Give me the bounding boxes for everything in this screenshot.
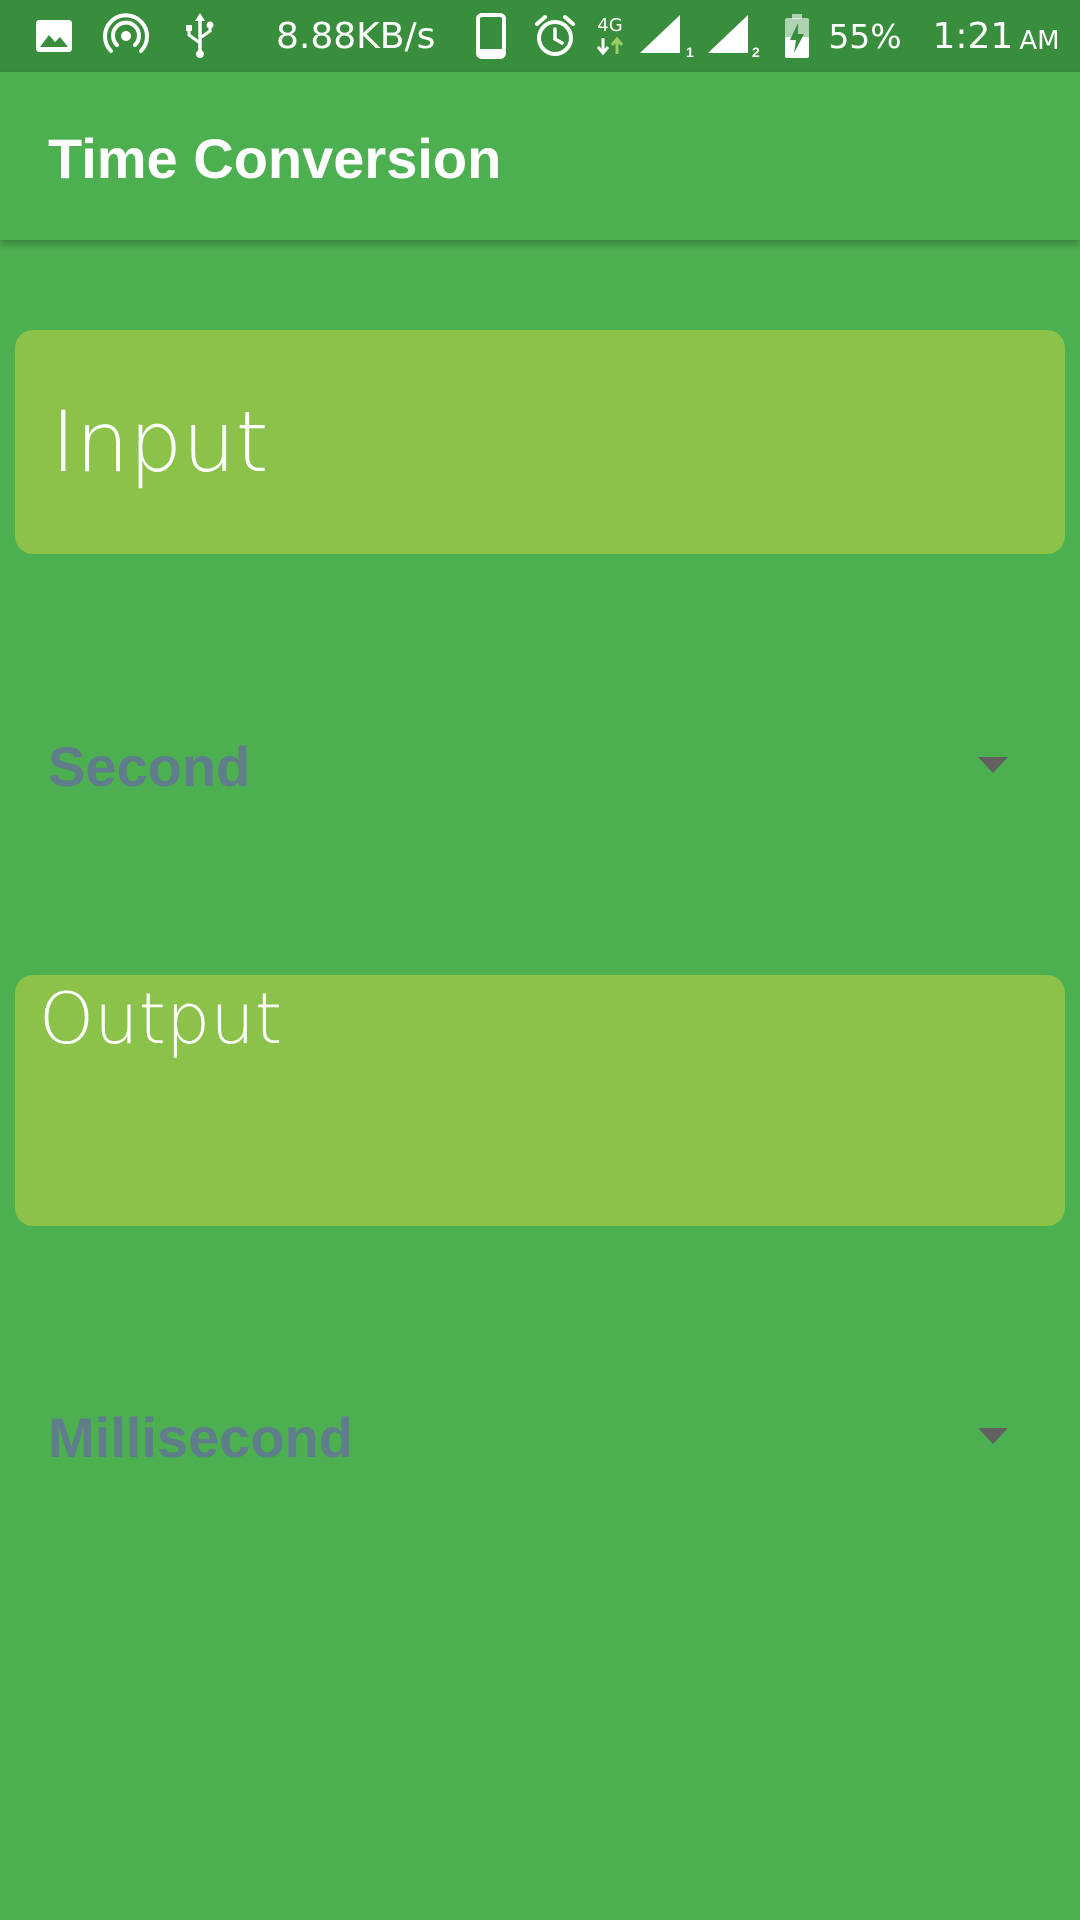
output-field-container [15,975,1065,1226]
network-4g-icon: 4G [592,0,628,72]
dropdown-arrow-icon [978,1428,1008,1444]
output-field[interactable] [15,975,1065,1226]
clock: 1:21 AM [922,0,1070,72]
sim2-label: 2 [752,44,760,59]
from-unit-dropdown[interactable]: Second [48,717,1032,817]
image-icon [34,0,74,72]
usb-icon [180,0,220,72]
input-field[interactable] [15,330,1065,554]
input-field-container [15,330,1065,554]
from-unit-selected: Second [48,735,251,798]
app-title: Time Conversion [48,127,502,190]
clock-time: 1:21 [932,15,1014,57]
to-unit-dropdown[interactable]: Millisecond [48,1388,1032,1488]
to-unit-selected: Millisecond [48,1406,353,1469]
battery-charging-icon [782,0,812,72]
battery-percent: 55% [828,16,902,56]
alarm-icon [532,0,578,72]
sim1-label: 1 [686,44,694,59]
network-type-label: 4G [597,15,623,36]
app-bar: Time Conversion [0,72,1080,240]
status-bar: 8.88KB/s 4G 1 2 55% 1:21 AM [0,0,1080,72]
signal-sim1-icon: 1 [638,0,694,72]
clock-ampm: AM [1019,26,1060,56]
dropdown-arrow-icon [978,757,1008,773]
phone-icon [474,0,508,72]
hotspot-icon [102,0,150,72]
signal-sim2-icon: 2 [706,0,762,72]
network-speed: 8.88KB/s [276,15,436,57]
